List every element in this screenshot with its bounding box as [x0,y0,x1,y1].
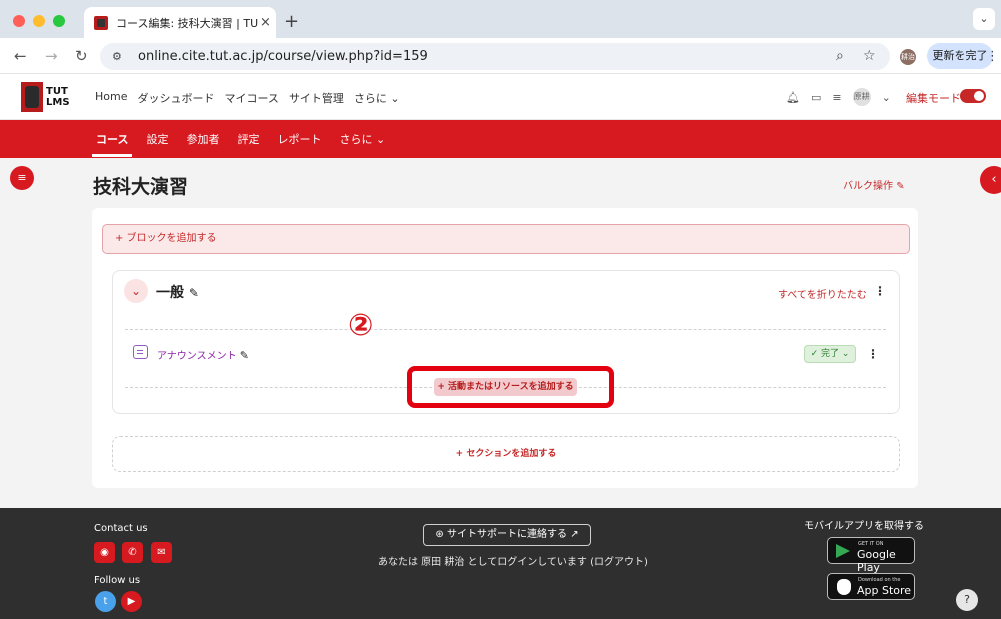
page-title: 技科大演習 [93,176,189,198]
twitter-icon[interactable]: t [95,591,116,612]
add-activity-button[interactable]: + 活動またはリソースを追加する [434,378,577,396]
edit-mode-label: 編集モード [906,92,961,105]
edit-mode-toggle[interactable] [960,89,986,103]
nav-my-courses[interactable]: マイコース [224,90,278,106]
support-label: サイトサポートに連絡する [447,529,567,540]
phone-icon[interactable]: ✆ [122,542,143,563]
activity-menu-icon[interactable]: ⋮ [867,347,879,361]
notifications-bell-icon[interactable]: 🔔︎ [786,91,800,104]
add-block-button[interactable]: + ブロックを追加する [102,224,910,254]
support-lifebuoy-icon: ⊛ [435,529,444,540]
site-support-button[interactable]: ⊛ サイトサポートに連絡する ↗ [423,524,591,546]
back-arrow-icon[interactable]: ← [14,47,27,65]
site-favicon-icon [94,15,108,30]
reload-icon[interactable]: ↻ [75,47,88,65]
course-secondary-nav: コース 設定 参加者 評定 レポート さらに ⌄ [0,120,1001,158]
nav-more[interactable]: さらに ⌄ [354,90,400,106]
primary-nav: Home ダッシュボード マイコース サイト管理 さらに ⌄ [95,90,400,106]
google-play-small: GET IT ON [858,541,884,547]
user-avatar[interactable]: 原耕 [852,88,871,106]
site-settings-icon[interactable]: ⚙ [112,49,128,65]
new-tab-button[interactable]: + [284,11,299,32]
pencil-icon: ✎ [896,181,905,192]
site-header: TUT LMS Home ダッシュボード マイコース サイト管理 さらに ⌄ 🔔︎… [0,74,1001,120]
step-number-annotation: ② [348,308,374,343]
browser-tab[interactable]: コース編集: 技科大演習 | TUT LMS × [84,7,276,38]
section-title: 一般 [156,285,184,301]
logo-line-1: TUT [46,86,68,97]
address-bar[interactable]: ⚙ online.cite.tut.ac.jp/course/view.php?… [100,43,890,70]
browser-window: コース編集: 技科大演習 | TUT LMS × + ⌄ ← → ↻ ⚙ onl… [0,0,1001,619]
forward-arrow-icon[interactable]: → [45,47,58,65]
app-store-badge[interactable]: Download on the App Store [827,573,915,600]
course-index-drawer-icon[interactable]: ≡ [10,166,34,190]
divider [125,329,886,330]
app-store-small: Download on the [858,577,901,583]
completion-button[interactable]: ✓ 完了 ⌄ [804,345,856,363]
tab-title: コース編集: 技科大演習 | TUT LMS [116,16,258,30]
zoom-icon[interactable]: ⌕ [836,48,844,64]
tab-participants[interactable]: 参加者 [186,131,219,147]
apple-icon [837,579,851,595]
google-play-icon [836,544,850,558]
bookmark-star-icon[interactable]: ☆ [863,48,876,64]
app-store-label: App Store [857,584,912,597]
nav-site-admin[interactable]: サイト管理 [289,90,344,106]
section-title-wrap: 一般 ✎ [156,282,199,302]
header-user-area: 🔔︎ ▭ ≡ 原耕 ⌄ [786,88,891,106]
section-menu-icon[interactable]: ⋮ [874,284,886,298]
tab-search-chevron-icon[interactable]: ⌄ [973,8,995,30]
bulk-edit-label: バルク操作 [843,181,893,192]
browser-menu-icon[interactable]: ⋮ [986,49,999,64]
external-link-icon: ↗ [570,529,579,540]
collapse-section-chevron-icon[interactable]: ⌄ [124,279,148,303]
logged-in-text: あなたは 原田 耕治 としてログインしています (ログアウト) [378,557,648,568]
site-logo[interactable]: TUT LMS [21,82,76,112]
database-icon[interactable]: ≡ [832,91,841,104]
edit-activity-pencil-icon[interactable]: ✎ [240,349,249,362]
tab-strip: コース編集: 技科大演習 | TUT LMS × + ⌄ [0,0,1001,38]
bulk-edit-link[interactable]: バルク操作 ✎ [843,177,905,192]
tab-grades[interactable]: 評定 [237,131,259,147]
close-window-icon[interactable] [13,15,25,27]
globe-icon[interactable]: ◉ [94,542,115,563]
google-play-badge[interactable]: GET IT ON Google Play [827,537,915,574]
tab-settings[interactable]: 設定 [146,131,168,147]
contact-us-heading: Contact us [94,523,148,534]
tab-close-icon[interactable]: × [260,15,271,30]
youtube-icon[interactable]: ▶ [121,591,142,612]
forum-icon [133,345,148,359]
minimize-window-icon[interactable] [33,15,45,27]
announcement-activity[interactable]: アナウンスメント ✎ [157,347,249,362]
browser-toolbar: ← → ↻ ⚙ online.cite.tut.ac.jp/course/vie… [0,38,1001,74]
browser-profile-avatar[interactable]: 耕治 [900,49,916,65]
tab-course[interactable]: コース [96,131,128,147]
google-play-label: Google Play [857,548,896,574]
update-button[interactable]: 更新を完了 [927,43,993,69]
logo-line-2: LMS [46,97,70,108]
nav-home[interactable]: Home [95,90,127,106]
zoom-window-icon[interactable] [53,15,65,27]
follow-us-heading: Follow us [94,575,141,586]
activity-name: アナウンスメント [157,351,237,362]
nav-dashboard[interactable]: ダッシュボード [137,90,214,106]
collapse-all-link[interactable]: すべてを折りたたむ [778,286,867,301]
mail-icon[interactable]: ✉ [151,542,172,563]
university-crest-icon [21,82,43,112]
tab-more[interactable]: さらに ⌄ [339,131,385,147]
add-section-button[interactable]: + セクションを追加する [112,436,900,472]
user-menu-chevron-icon[interactable]: ⌄ [882,91,891,104]
mobile-app-heading: モバイルアプリを取得する [804,521,924,532]
edit-section-pencil-icon[interactable]: ✎ [189,286,199,300]
tab-reports[interactable]: レポート [277,131,321,147]
block-drawer-icon[interactable]: ‹ [980,166,1001,194]
messages-icon[interactable]: ▭ [811,91,821,104]
active-tab-indicator [92,154,132,157]
url-text: online.cite.tut.ac.jp/course/view.php?id… [138,49,428,64]
help-button[interactable]: ? [956,589,978,611]
